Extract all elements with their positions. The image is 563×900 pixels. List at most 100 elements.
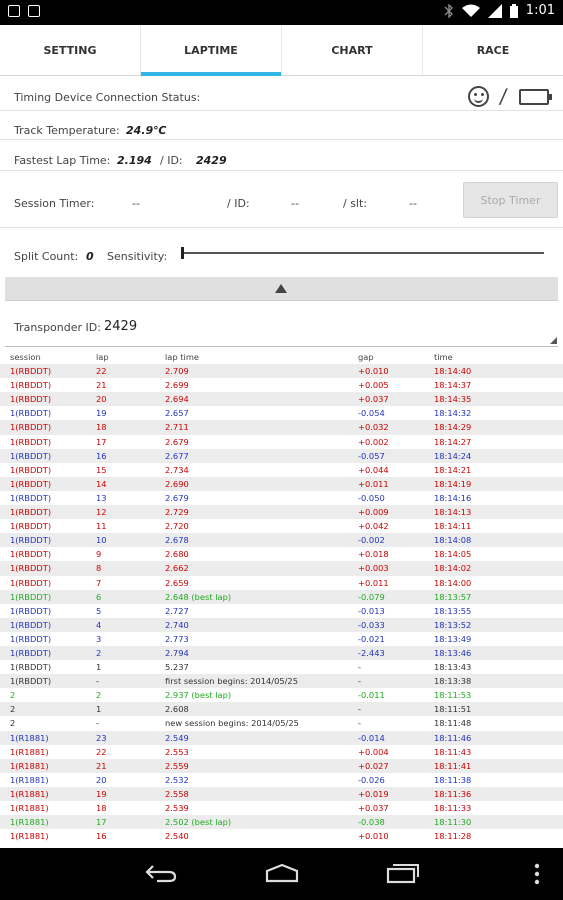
cell-time: 18:11:43 [434, 746, 472, 757]
cell-session: 1(RBDDT) [10, 535, 52, 546]
cell-lap-time: 2.679 [165, 436, 189, 447]
cell-session: 1(RBDDT) [10, 408, 52, 419]
cell-session: 1(RBDDT) [10, 563, 52, 574]
cell-session: 1(RBDDT) [10, 676, 52, 687]
table-row: 1(RBDDT) 2 2.794 -2.443 18:13:46 [0, 645, 563, 661]
cell-lap: 17 [96, 817, 107, 828]
header-gap: gap [358, 352, 374, 362]
cell-session: 1(R1881) [10, 746, 49, 757]
table-row: 1(RBDDT) 11 2.720 +0.042 18:14:11 [0, 519, 563, 533]
track-temperature-value: 24.9℃ [126, 124, 167, 137]
cell-lap-time: 2.648 (best lap) [165, 591, 232, 602]
cell-lap: 19 [96, 408, 107, 419]
cell-lap-time: 2.549 [165, 732, 189, 743]
cell-lap: 20 [96, 394, 107, 405]
table-row: 1(R1881) 19 2.558 +0.019 18:11:36 [0, 786, 563, 801]
cell-lap-time: 2.711 [165, 422, 189, 433]
cell-lap: 11 [96, 521, 107, 532]
sensitivity-slider-thumb[interactable] [181, 247, 184, 259]
cell-time: 18:13:49 [434, 633, 472, 644]
cell-lap-time: 2.657 [165, 408, 189, 419]
table-row: 1(RBDDT) 17 2.679 +0.002 18:14:27 [0, 435, 563, 449]
cell-lap: 1 [96, 662, 102, 673]
cell-time: 18:14:19 [434, 478, 472, 489]
cell-lap-time: 2.720 [165, 521, 189, 532]
cell-time: 18:14:24 [434, 450, 472, 461]
cell-session: 1(RBDDT) [10, 464, 52, 475]
recent-apps-icon[interactable] [385, 862, 421, 884]
cell-time: 18:14:40 [434, 366, 472, 377]
cell-lap-time: 2.740 [165, 619, 189, 630]
fastest-lap-id-label: / ID: [160, 154, 183, 167]
cell-lap: 18 [96, 803, 107, 813]
cell-session: 1(R1881) [10, 831, 49, 842]
cell-session: 1(R1881) [10, 774, 49, 785]
sensitivity-slider[interactable] [182, 252, 544, 254]
battery-icon [519, 89, 552, 105]
cell-lap: 10 [96, 535, 107, 546]
cell-lap-time: 2.679 [165, 492, 189, 503]
cell-lap-time: new session begins: 2014/05/25 [165, 718, 299, 729]
cell-lap-time: 2.773 [165, 633, 189, 644]
table-row: 1(R1881) 22 2.553 +0.004 18:11:43 [0, 745, 563, 759]
cell-gap: +0.003 [358, 563, 389, 574]
back-icon[interactable] [143, 862, 179, 884]
cell-lap: 15 [96, 464, 107, 475]
track-temperature-row: Track Temperature: 24.9℃ [0, 111, 563, 140]
cell-lap: 18 [96, 422, 107, 433]
cell-session: 1(RBDDT) [10, 366, 52, 377]
navigation-bar [0, 848, 563, 900]
cell-gap: +0.010 [358, 831, 389, 842]
cell-gap: +0.010 [358, 366, 389, 377]
tab-laptime[interactable]: LAPTIME [141, 25, 282, 76]
cell-time: 18:14:11 [434, 521, 472, 532]
stop-timer-button[interactable]: Stop Timer [463, 182, 558, 218]
table-row: 1(RBDDT) - first session begins: 2014/05/2… [0, 674, 563, 689]
cell-lap-time: 2.729 [165, 507, 189, 518]
cell-lap: 5 [96, 605, 102, 616]
overflow-menu-icon[interactable] [533, 862, 541, 886]
cell-session: 1(RBDDT) [10, 380, 52, 391]
bluetooth-icon [444, 3, 453, 18]
cell-lap: 16 [96, 831, 107, 842]
cell-gap: -0.050 [358, 492, 385, 503]
tab-setting[interactable]: SETTING [0, 25, 141, 75]
table-row: 1(RBDDT) 9 2.680 +0.018 18:14:05 [0, 547, 563, 561]
cell-lap: 6 [96, 591, 102, 602]
cell-session: 1(RBDDT) [10, 422, 52, 433]
table-row: 1(R1881) 20 2.532 -0.026 18:11:38 [0, 773, 563, 787]
cell-lap-time: first session begins: 2014/05/25 [165, 676, 298, 687]
session-timer-id-label: / ID: [227, 197, 250, 210]
home-icon[interactable] [264, 862, 300, 884]
cell-gap: +0.044 [358, 464, 389, 475]
table-row: 1(RBDDT) 12 2.729 +0.009 18:14:13 [0, 505, 563, 520]
cell-session: 1(RBDDT) [10, 619, 52, 630]
cell-session: 1(R1881) [10, 732, 49, 743]
cell-gap: -0.038 [358, 817, 385, 828]
session-timer-label: Session Timer: [14, 197, 95, 210]
tab-race[interactable]: RACE [423, 25, 563, 75]
table-row: 1(RBDDT) 1 5.237 - 18:13:43 [0, 660, 563, 674]
cell-gap: -0.013 [358, 605, 385, 616]
cell-lap: 7 [96, 577, 102, 588]
cell-gap: -0.011 [358, 690, 385, 701]
transponder-spinner[interactable]: Transponder ID: 2429 [5, 310, 558, 347]
cell-gap: -0.057 [358, 450, 385, 461]
cell-lap-time: 2.694 [165, 394, 189, 405]
cell-lap: 1 [96, 704, 102, 715]
table-row: 1(RBDDT) 22 2.709 +0.010 18:14:40 [0, 364, 563, 379]
smiley-icon [468, 86, 489, 107]
cell-lap: 8 [96, 563, 102, 574]
cell-lap-time: 2.559 [165, 760, 189, 771]
signal-icon [487, 3, 502, 18]
cell-session: 2 [10, 718, 16, 729]
cell-time: 18:14:37 [434, 380, 472, 391]
cell-time: 18:14:32 [434, 408, 472, 419]
collapse-panel-button[interactable] [5, 277, 558, 301]
cell-time: 18:13:46 [434, 647, 472, 658]
header-lap-time: lap time [165, 352, 200, 362]
table-row: 1(RBDDT) 8 2.662 +0.003 18:14:02 [0, 561, 563, 576]
cell-time: 18:14:16 [434, 492, 472, 503]
cell-lap-time: 2.678 [165, 535, 189, 546]
tab-chart[interactable]: CHART [282, 25, 423, 75]
